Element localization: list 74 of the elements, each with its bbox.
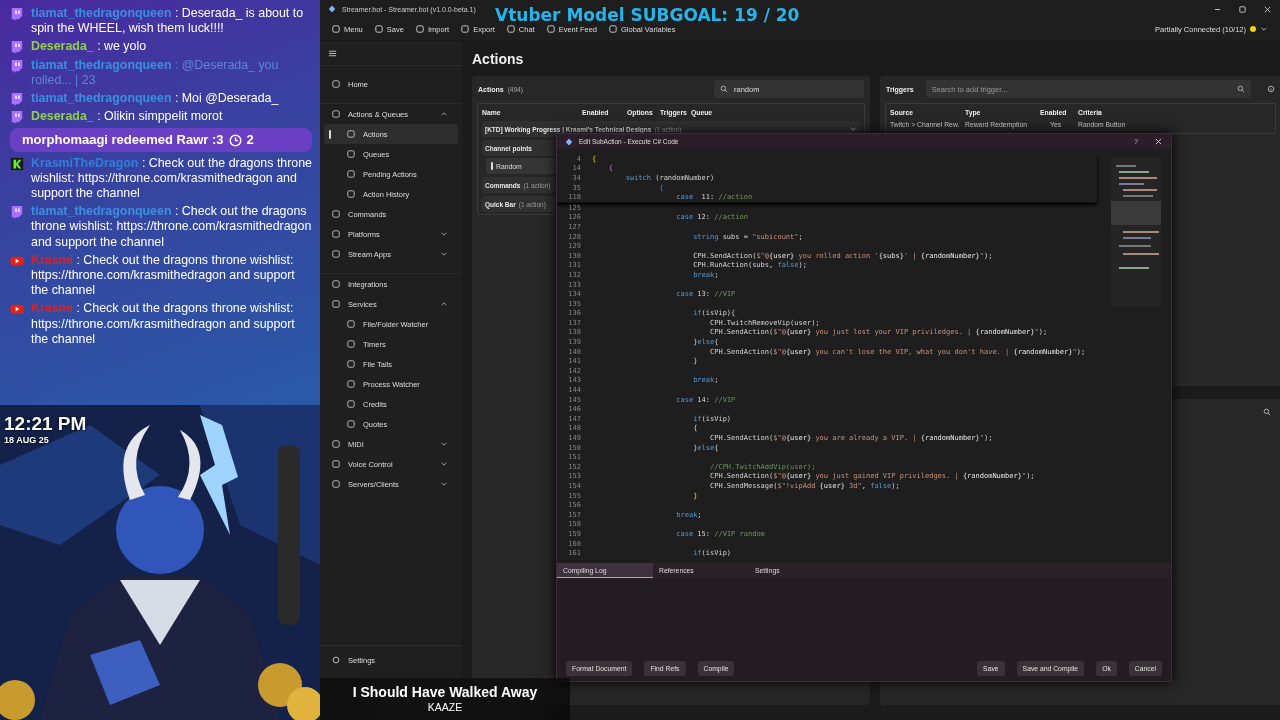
speech-bubble-icon: [10, 7, 24, 21]
square-icon: [332, 460, 340, 468]
square-icon: [415, 25, 424, 33]
app-logo-icon: [565, 137, 573, 146]
square-icon: [10, 156, 24, 171]
chevron-down-icon[interactable]: [1260, 25, 1268, 33]
chat-message: tiamat_thedragonqueen : Moi @Deserada_: [31, 91, 279, 107]
speech-bubble-icon: [10, 92, 24, 106]
circle-icon: [332, 656, 340, 664]
square-icon: [332, 300, 340, 308]
chat-message: Krasmi : Check out the dragons throne wishlist: https://throne.com/krasmithedragon and support the channel: [31, 252, 296, 299]
square-icon: [609, 25, 618, 33]
selection-indicator: [329, 130, 331, 139]
chevron-down-icon[interactable]: [849, 125, 857, 133]
chevron-up-icon[interactable]: [440, 110, 448, 118]
square-icon: [347, 150, 355, 158]
search-icon[interactable]: [1262, 408, 1271, 416]
menu-icon[interactable]: [328, 48, 337, 58]
close-icon[interactable]: [1263, 4, 1272, 14]
square-icon: [374, 25, 383, 33]
square-icon: [332, 250, 340, 258]
square-icon: [332, 280, 340, 288]
song-artist: KAAZE: [427, 701, 463, 714]
speech-bubble-icon: [10, 40, 24, 55]
close-icon[interactable]: [1154, 137, 1163, 146]
selection-indicator: [491, 162, 493, 170]
chat-message: Deserada_ : Olikin simppelit morot: [31, 109, 223, 125]
square-icon: [347, 380, 355, 388]
chat-message: tiamat_thedragonqueen : @Deserada_ you rolled... | 23: [31, 57, 280, 88]
square-icon: [347, 320, 355, 328]
square-icon: [347, 400, 355, 408]
redemption-text: morphomaagi redeemed Rawr :3: [22, 132, 224, 148]
redemption-cost: 2: [246, 132, 254, 148]
chevron-down-icon[interactable]: [440, 480, 448, 488]
square-icon: [347, 340, 355, 348]
chevron-up-icon[interactable]: [440, 300, 448, 308]
search-icon: [720, 85, 728, 93]
square-icon: [332, 440, 340, 448]
chevron-down-icon[interactable]: [440, 230, 448, 238]
speech-bubble-icon: [10, 110, 24, 125]
chat-message: Krasmi : Check out the dragons throne wishlist: https://throne.com/krasmithedragon and support the channel: [31, 301, 296, 348]
square-icon: [506, 25, 515, 33]
search-icon: [1236, 85, 1245, 93]
speech-bubble-icon: [10, 58, 24, 73]
square-icon: [347, 190, 355, 198]
square-icon: [332, 80, 340, 88]
chat-message: KrasmiTheDragon : Check out the dragons throne wishlist: https://throne.com/krasmithedragon and support the channel: [31, 155, 312, 202]
chevron-down-icon[interactable]: [440, 250, 448, 258]
square-icon: [347, 170, 355, 178]
square-icon: [332, 230, 340, 238]
square-icon: [546, 25, 555, 33]
chat-message: tiamat_thedragonqueen : Deserada_ is about to spin the WHEEL, wish them luck!!!!: [31, 6, 305, 37]
info-icon[interactable]: [1266, 85, 1275, 93]
square-icon: [347, 360, 355, 368]
square-icon: [461, 25, 470, 33]
clock-icon: [228, 133, 242, 147]
chat-message: tiamat_thedragonqueen : Check out the dragons throne wishlist: https://throne.com/krasmithedragon and support the channel: [31, 204, 312, 250]
maximize-icon[interactable]: [1238, 4, 1247, 14]
square-icon: [332, 480, 340, 488]
clock-time: 12:21 PM: [4, 413, 87, 435]
speech-bubble-icon: [10, 205, 24, 220]
square-icon: [332, 110, 340, 118]
square-icon: [332, 25, 340, 33]
clock-date: 18 AUG 25: [4, 435, 50, 446]
chevron-down-icon[interactable]: [440, 460, 448, 468]
page-title: Actions: [472, 49, 525, 69]
app-logo-icon: [328, 5, 336, 13]
square-icon: [347, 420, 355, 428]
square-icon: [347, 130, 355, 138]
chat-message: Deserada_ : we yolo: [31, 39, 147, 55]
song-title: I Should Have Walked Away: [352, 684, 538, 701]
chevron-down-icon[interactable]: [440, 440, 448, 448]
square-icon: [332, 210, 340, 218]
subgoal-overlay: Vtuber Model SUBGOAL: 19 / 20: [495, 5, 800, 25]
